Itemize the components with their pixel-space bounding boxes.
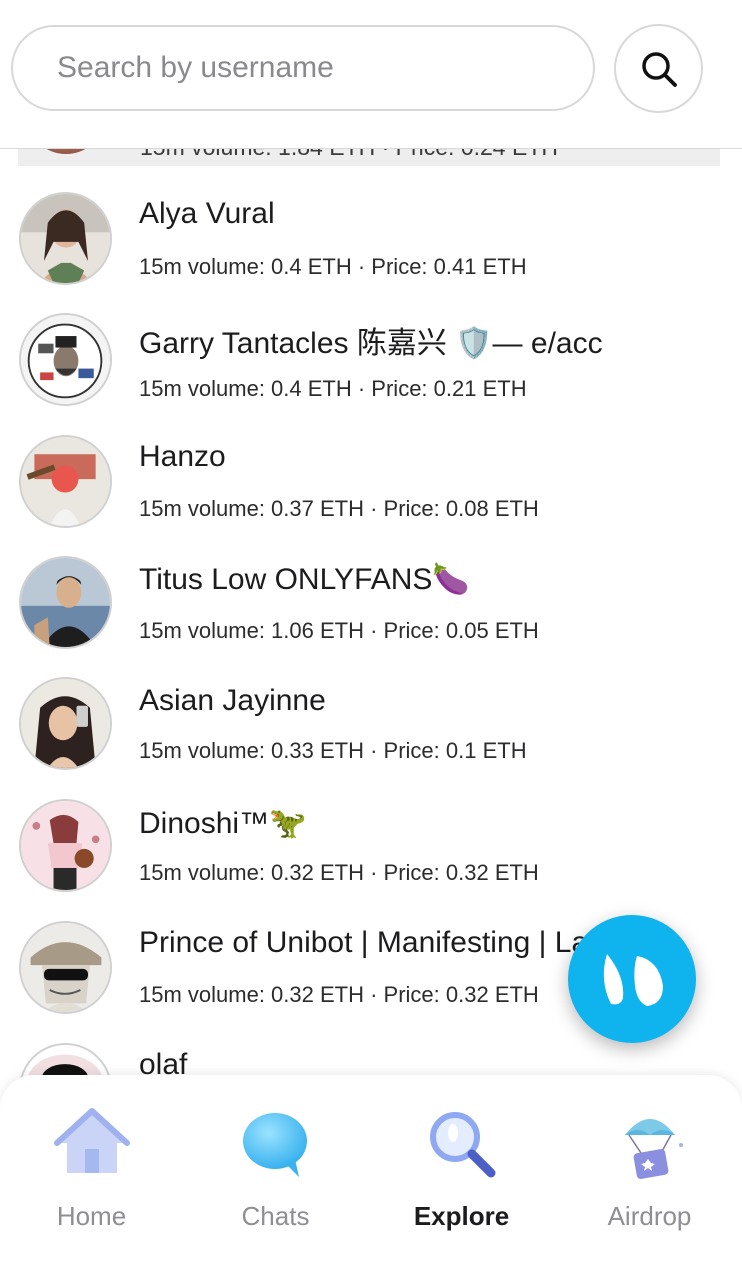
user-name: Garry Tantacles 陈嘉兴 🛡️— e/acc [139, 327, 603, 360]
user-stats: 15m volume: 0.32 ETH · Price: 0.32 ETH [139, 860, 539, 885]
avatar [19, 799, 112, 892]
user-stats: 15m volume: 1.06 ETH · Price: 0.05 ETH [139, 618, 539, 643]
floating-action-button[interactable] [568, 915, 696, 1043]
nav-label-airdrop: Airdrop [607, 1201, 692, 1231]
nav-item-chats[interactable]: Chats [183, 1075, 368, 1273]
nav-label-chats: Chats [241, 1201, 310, 1231]
avatar [19, 677, 112, 770]
list-item[interactable]: Titus Low ONLYFANS🍆 15m volume: 1.06 ETH… [0, 543, 742, 664]
user-name: Dinoshi™🦖 [139, 807, 307, 840]
search-header [0, 0, 742, 149]
user-stats: 15m volume: 0.4 ETH · Price: 0.41 ETH [139, 254, 527, 279]
list-item[interactable]: Alya Vural 15m volume: 0.4 ETH · Price: … [0, 178, 742, 299]
nav-item-airdrop[interactable]: Airdrop [557, 1075, 742, 1273]
chat-bubble-icon [243, 1113, 307, 1177]
bunny-ears-icon [603, 954, 663, 1006]
nav-item-explore[interactable]: Explore [369, 1075, 554, 1273]
user-stats: 15m volume: 0.37 ETH · Price: 0.08 ETH [139, 496, 539, 521]
parachute-gift-icon [625, 1119, 683, 1179]
user-name: Hanzo [139, 440, 226, 473]
user-stats: 15m volume: 0.33 ETH · Price: 0.1 ETH [139, 738, 527, 763]
bottom-navigation: Home Chats Explore Airdrop [0, 1075, 742, 1273]
nav-item-home[interactable]: Home [0, 1075, 184, 1273]
list-item[interactable]: Hanzo 15m volume: 0.37 ETH · Price: 0.08… [0, 421, 742, 542]
list-item[interactable]: Asian Jayinne 15m volume: 0.33 ETH · Pri… [0, 664, 742, 785]
search-icon [641, 51, 677, 87]
list-item[interactable]: Dinoshi™🦖 15m volume: 0.32 ETH · Price: … [0, 786, 742, 907]
list-item[interactable]: Garry Tantacles 陈嘉兴 🛡️— e/acc 15m volume… [0, 300, 742, 421]
search-field[interactable] [11, 25, 595, 111]
nav-label-home: Home [56, 1201, 127, 1231]
user-name: Alya Vural [139, 197, 275, 230]
user-stats: 15m volume: 0.4 ETH · Price: 0.21 ETH [139, 376, 527, 401]
user-stats: 15m volume: 0.32 ETH · Price: 0.32 ETH [139, 982, 539, 1007]
user-name: Titus Low ONLYFANS🍆 [139, 563, 470, 596]
nav-label-explore: Explore [413, 1201, 510, 1231]
avatar [19, 921, 112, 1014]
user-name: Prince of Unibot | Manifesting | Lady [139, 926, 620, 959]
avatar [19, 192, 112, 285]
avatar [19, 435, 112, 528]
magnifier-icon [430, 1112, 496, 1178]
user-name: Asian Jayinne [139, 684, 326, 717]
search-button[interactable] [614, 24, 703, 113]
search-input[interactable] [55, 50, 593, 86]
home-icon [54, 1108, 130, 1173]
avatar [19, 556, 112, 649]
avatar [19, 313, 112, 406]
